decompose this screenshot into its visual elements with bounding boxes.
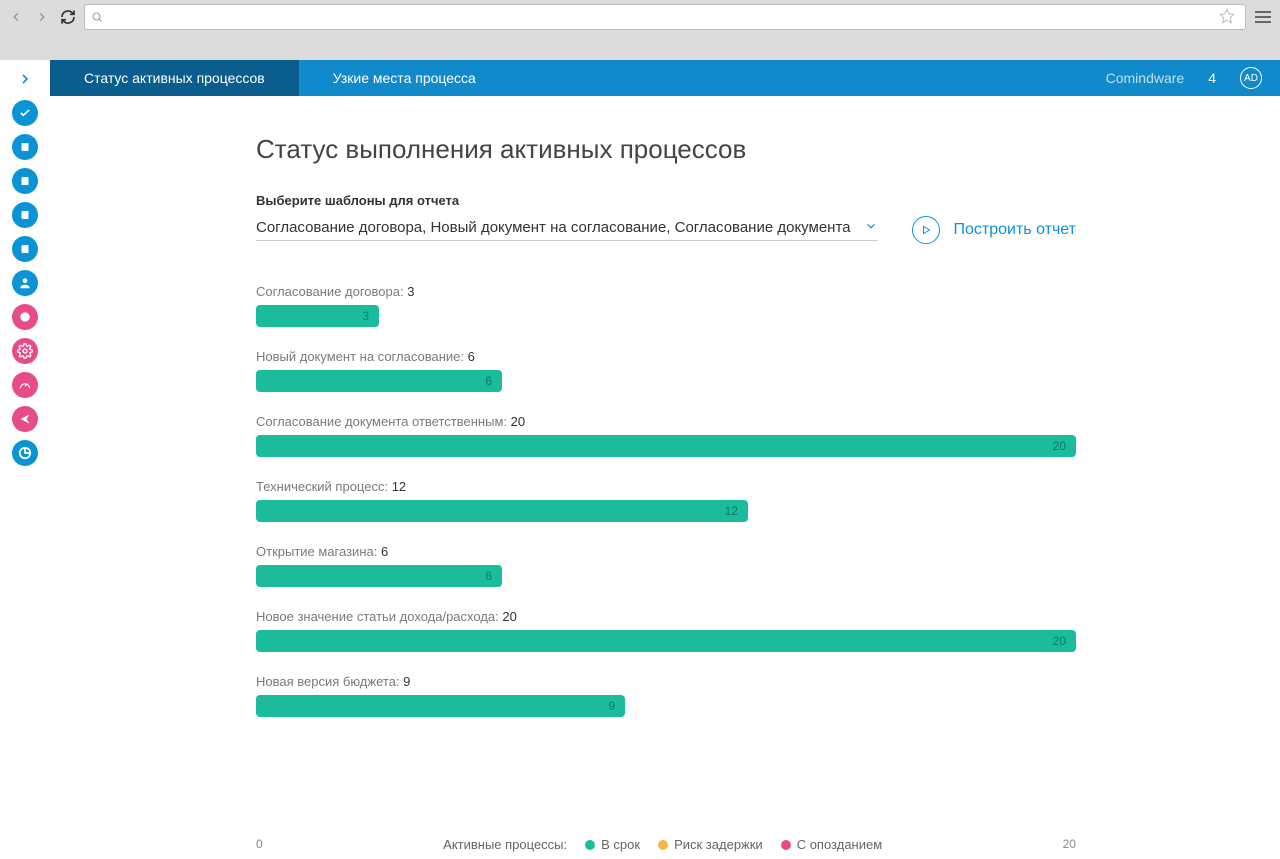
bar: 12 [256, 500, 748, 522]
legend-dot [585, 840, 595, 850]
browser-chrome [0, 0, 1280, 34]
legend-dot [658, 840, 668, 850]
tab-bottlenecks[interactable]: Узкие места процесса [299, 60, 510, 96]
menu-button[interactable] [1252, 6, 1274, 28]
sidebar-item-settings[interactable] [12, 338, 38, 364]
chart-row: Новый документ на согласование: 6 6 [256, 349, 1076, 392]
legend: Активные процессы: В срок Риск задержки С … [443, 837, 882, 852]
chrome-strip [0, 34, 1280, 60]
url-input[interactable] [109, 10, 1213, 25]
legend-item: С опозданием [781, 837, 882, 852]
brand-label: Comindware [1106, 70, 1185, 86]
x-axis: 0 Активные процессы: В срок Риск задержки… [256, 837, 1076, 852]
sidebar-item-5[interactable] [12, 236, 38, 262]
bar-label: Согласование документа ответственным: 20 [256, 414, 1076, 429]
chart-row: Технический процесс: 12 12 [256, 479, 1076, 522]
sidebar-item-send[interactable] [12, 406, 38, 432]
bar: 6 [256, 370, 502, 392]
legend-label: В срок [601, 837, 640, 852]
axis-max: 20 [1063, 837, 1076, 852]
search-icon [91, 11, 103, 23]
bar: 9 [256, 695, 625, 717]
sidebar-item-3[interactable] [12, 168, 38, 194]
chart-row: Согласование договора: 3 3 [256, 284, 1076, 327]
chart-row: Открытие магазина: 6 6 [256, 544, 1076, 587]
bar: 3 [256, 305, 379, 327]
reload-button[interactable] [58, 7, 78, 27]
sidebar-item-6[interactable] [12, 304, 38, 330]
select-value: Согласование договора, Новый документ на… [256, 219, 864, 236]
build-report-button[interactable]: Построить отчет [912, 216, 1076, 244]
sidebar-item-1[interactable] [12, 100, 38, 126]
filter-label: Выберите шаблоны для отчета [256, 193, 1076, 208]
back-button[interactable] [6, 7, 26, 27]
bar: 6 [256, 565, 502, 587]
chart-row: Новое значение статьи дохода/расхода: 20… [256, 609, 1076, 652]
address-bar[interactable] [84, 4, 1246, 30]
build-report-label: Построить отчет [954, 221, 1076, 239]
legend-title: Активные процессы: [443, 837, 567, 852]
sidebar-item-4[interactable] [12, 202, 38, 228]
template-select[interactable]: Согласование договора, Новый документ на… [256, 219, 878, 241]
bar-chart: Согласование договора: 3 3 Новый документ … [256, 284, 1076, 717]
sidebar [0, 60, 50, 859]
page-title: Статус выполнения активных процессов [256, 134, 1076, 165]
tab-active-processes[interactable]: Статус активных процессов [50, 60, 299, 96]
bar-label: Новая версия бюджета: 9 [256, 674, 1076, 689]
sidebar-item-gauge[interactable] [12, 372, 38, 398]
sidebar-collapse-button[interactable] [12, 66, 38, 92]
legend-label: С опозданием [797, 837, 882, 852]
sidebar-item-2[interactable] [12, 134, 38, 160]
sidebar-item-user[interactable] [12, 270, 38, 296]
chart-row: Новая версия бюджета: 9 9 [256, 674, 1076, 717]
legend-item: Риск задержки [658, 837, 763, 852]
notification-count[interactable]: 4 [1208, 70, 1216, 86]
bar-label: Новый документ на согласование: 6 [256, 349, 1076, 364]
header: Статус активных процессов Узкие места пр… [50, 60, 1280, 96]
legend-label: Риск задержки [674, 837, 763, 852]
bar: 20 [256, 630, 1076, 652]
bar-label: Согласование договора: 3 [256, 284, 1076, 299]
legend-item: В срок [585, 837, 640, 852]
play-icon [912, 216, 940, 244]
bar: 20 [256, 435, 1076, 457]
chevron-down-icon [864, 219, 878, 236]
user-avatar[interactable]: AD [1240, 67, 1262, 89]
sidebar-item-chart[interactable] [12, 440, 38, 466]
bookmark-icon[interactable] [1219, 8, 1235, 27]
legend-dot [781, 840, 791, 850]
bar-label: Открытие магазина: 6 [256, 544, 1076, 559]
bar-label: Технический процесс: 12 [256, 479, 1076, 494]
chart-row: Согласование документа ответственным: 20… [256, 414, 1076, 457]
axis-min: 0 [256, 837, 263, 852]
forward-button[interactable] [32, 7, 52, 27]
bar-label: Новое значение статьи дохода/расхода: 20 [256, 609, 1076, 624]
